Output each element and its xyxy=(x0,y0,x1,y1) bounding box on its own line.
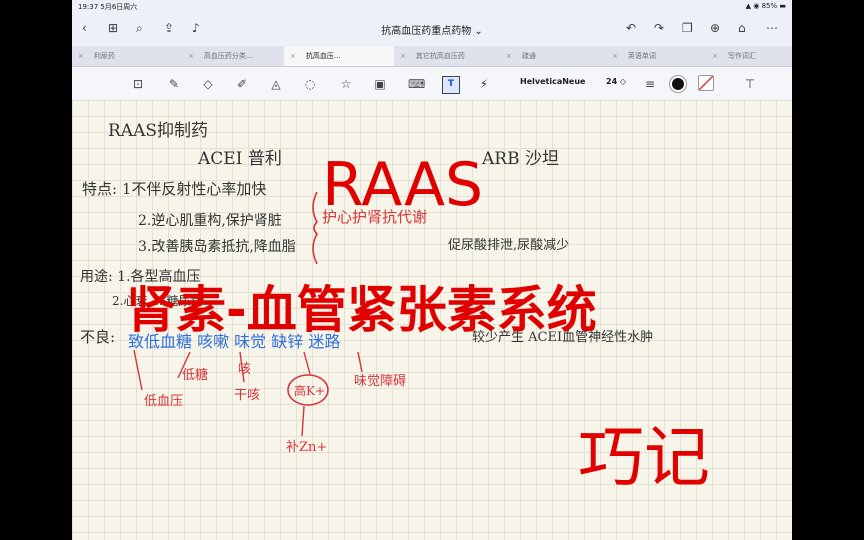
tab-label: 英语单词 xyxy=(627,52,656,60)
tab-other-antihypertensive[interactable]: × 其它抗高血压药 xyxy=(394,46,498,66)
overlay-tip: 巧记 xyxy=(578,419,710,496)
overlay-system-name: 肾素-血管紧张素系统 xyxy=(126,281,597,339)
note-low-bp: 低血压 xyxy=(144,394,184,409)
undo-icon[interactable]: ↶ xyxy=(626,21,636,35)
highlighter-icon[interactable]: ✐ xyxy=(234,76,250,92)
scan-icon[interactable]: ⊡ xyxy=(130,76,146,92)
note-taste-disorder: 味觉障碍 xyxy=(354,374,407,389)
tab-label: 高血压药分类... xyxy=(203,52,253,60)
tab-diuretics[interactable]: × 利尿药 xyxy=(72,46,181,66)
note-page[interactable]: RAAS抑制药 ACEI 普利 ARB 沙坦 特点: 1不伴反射性心率加快 2.… xyxy=(72,100,792,540)
close-icon[interactable]: × xyxy=(612,52,618,60)
text-tool-icon[interactable]: T xyxy=(442,76,460,94)
note-zinc: 补Zn+ xyxy=(286,440,328,455)
note-cough: 咳 xyxy=(238,362,252,377)
tab-label: 其它抗高血压药 xyxy=(415,52,465,60)
tab-english-words[interactable]: × 英语单词 xyxy=(606,46,704,66)
more-icon[interactable]: ⋯ xyxy=(766,21,778,35)
text-box-icon[interactable]: ⊤ xyxy=(742,76,758,92)
nav-bar: ‹ ⊞ ⌕ ⇪ ♪ 抗高血压药重点药物 ⌄ ↶ ↷ ❐ ⊕ ⌂ ⋯ xyxy=(72,13,792,46)
note-high-k: 高K+ xyxy=(294,384,326,398)
status-bar: 19:37 5月6日周六 ▲ ◉ 85% ▬ xyxy=(72,0,792,13)
color-swatch[interactable] xyxy=(670,76,686,92)
font-size-selector[interactable]: 24 ◇ xyxy=(606,77,626,86)
lasso-icon[interactable]: ◌ xyxy=(302,76,318,92)
keyboard-icon[interactable]: ⌨ xyxy=(408,76,425,92)
font-name-selector[interactable]: HelveticaNeue xyxy=(520,77,585,86)
tab-writing-vocab[interactable]: × 写作词汇 xyxy=(706,46,792,66)
tab-label: 疏通 xyxy=(521,52,536,60)
shapes-icon[interactable]: ◬ xyxy=(268,76,284,92)
close-icon[interactable]: × xyxy=(712,52,718,60)
tab-current[interactable]: × 抗高血压... xyxy=(284,46,394,66)
close-icon[interactable]: × xyxy=(506,52,512,60)
status-right: ▲ ◉ 85% ▬ xyxy=(745,2,786,10)
tab-label: 利尿药 xyxy=(93,52,115,60)
ipad-screen: 19:37 5月6日周六 ▲ ◉ 85% ▬ ‹ ⊞ ⌕ ⇪ ♪ 抗高血压药重点… xyxy=(72,0,792,540)
note-dry-cough: 干咳 xyxy=(234,388,261,403)
close-icon[interactable]: × xyxy=(400,52,406,60)
tab-bar: × 利尿药 × 高血压药分类... × 抗高血压... × 其它抗高血压药 × 疏通 × 英… xyxy=(72,46,792,67)
tab-label: 抗高血压... xyxy=(305,52,341,60)
redo-icon[interactable]: ↷ xyxy=(654,21,664,35)
eraser-icon[interactable]: ◇ xyxy=(200,76,216,92)
close-icon[interactable]: × xyxy=(78,52,84,60)
laser-pointer-icon[interactable]: ⚡ xyxy=(476,76,492,92)
tab-antihypertensive-classes[interactable]: × 高血压药分类... xyxy=(182,46,283,66)
sticker-icon[interactable]: ☆ xyxy=(338,76,354,92)
fill-color-swatch[interactable] xyxy=(698,75,714,91)
align-icon[interactable]: ≡ xyxy=(642,76,658,92)
add-page-icon[interactable]: ⊕ xyxy=(710,21,720,35)
note-low-sugar: 低糖 xyxy=(182,368,209,383)
close-icon[interactable]: × xyxy=(290,52,296,60)
overlay-raas: RAAS xyxy=(322,150,484,220)
battery-level: 85% xyxy=(761,2,778,10)
status-time: 19:37 5月6日周六 xyxy=(78,3,138,11)
bookmark-icon[interactable]: ⌂ xyxy=(738,21,746,35)
image-icon[interactable]: ▣ xyxy=(372,76,388,92)
tab-dredge[interactable]: × 疏通 xyxy=(500,46,604,66)
close-icon[interactable]: × xyxy=(188,52,194,60)
copy-page-icon[interactable]: ❐ xyxy=(682,21,693,35)
pen-icon[interactable]: ✎ xyxy=(166,76,182,92)
tab-label: 写作词汇 xyxy=(727,52,756,60)
